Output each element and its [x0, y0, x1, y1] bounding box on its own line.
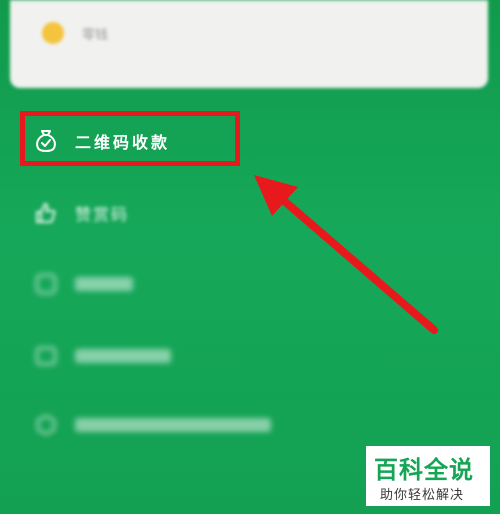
wallet-screen: 零钱 二维码收款 赞赏码 百科全说 助你轻松解决 — [0, 0, 500, 514]
annotation-arrow-icon — [254, 175, 438, 334]
watermark: 百科全说 助你轻松解决 — [366, 446, 490, 506]
watermark-subtitle: 助你轻松解决 — [380, 488, 465, 503]
watermark-title: 百科全说 — [374, 456, 474, 484]
